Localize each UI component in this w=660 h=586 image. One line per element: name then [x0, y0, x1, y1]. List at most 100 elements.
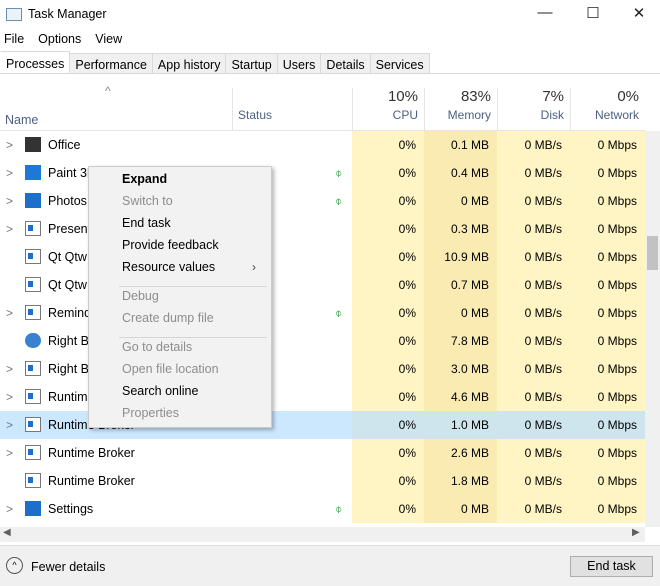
- memory-cell: 2.6 MB: [424, 439, 497, 467]
- column-network[interactable]: 0% Network: [570, 88, 645, 131]
- menu-item-go-to-details: Go to details: [122, 340, 193, 354]
- menu-item-expand[interactable]: Expand: [122, 172, 167, 186]
- tab-startup[interactable]: Startup: [226, 53, 278, 74]
- chevron-right-icon[interactable]: >: [6, 383, 13, 411]
- column-memory[interactable]: 83% Memory: [424, 88, 497, 131]
- menu-item-resource-values[interactable]: Resource values: [122, 260, 215, 274]
- horizontal-scrollbar[interactable]: ◀ ▶: [0, 527, 645, 542]
- disk-cell: 0 MB/s: [497, 495, 570, 523]
- memory-cell: 0.4 MB: [424, 159, 497, 187]
- network-cell: 0 Mbps: [570, 271, 645, 299]
- chevron-right-icon[interactable]: >: [6, 187, 13, 215]
- cpu-cell: 0%: [352, 131, 424, 159]
- process-name: Qt Qtw: [48, 278, 87, 292]
- task-manager-icon: [6, 8, 22, 21]
- menu-item-debug: Debug: [122, 289, 159, 303]
- menu-item-search-online[interactable]: Search online: [122, 384, 198, 398]
- vertical-scrollbar-thumb[interactable]: [647, 236, 658, 270]
- chevron-right-icon[interactable]: >: [6, 355, 13, 383]
- cpu-cell: 0%: [352, 271, 424, 299]
- cpu-cell: 0%: [352, 299, 424, 327]
- process-name: Qt Qtw: [48, 250, 87, 264]
- menu-options[interactable]: Options: [38, 32, 81, 46]
- fewer-details-link[interactable]: Fewer details: [31, 560, 105, 574]
- column-name[interactable]: Name: [5, 113, 38, 127]
- efficiency-leaf-icon: ⌽: [335, 194, 343, 208]
- disk-cell: 0 MB/s: [497, 411, 570, 439]
- column-cpu[interactable]: 10% CPU: [352, 88, 424, 131]
- cpu-cell: 0%: [352, 383, 424, 411]
- network-cell: 0 Mbps: [570, 383, 645, 411]
- window-title: Task Manager: [28, 7, 107, 21]
- menu-bar: File Options View: [4, 32, 122, 46]
- efficiency-leaf-icon: ⌽: [335, 166, 343, 180]
- cpu-cell: 0%: [352, 439, 424, 467]
- chevron-right-icon[interactable]: >: [6, 215, 13, 243]
- menu-item-end-task[interactable]: End task: [122, 216, 171, 230]
- minimize-button[interactable]: —: [530, 4, 560, 26]
- disk-cell: 0 MB/s: [497, 243, 570, 271]
- cpu-cell: 0%: [352, 243, 424, 271]
- memory-cell: 0 MB: [424, 187, 497, 215]
- network-cell: 0 Mbps: [570, 355, 645, 383]
- memory-cell: 1.8 MB: [424, 467, 497, 495]
- tab-users[interactable]: Users: [277, 53, 322, 74]
- table-row[interactable]: > Runtime Broker 0% 2.6 MB 0 MB/s 0 Mbps: [0, 439, 645, 467]
- chevron-up-icon[interactable]: ^: [6, 557, 23, 574]
- disk-cell: 0 MB/s: [497, 131, 570, 159]
- network-cell: 0 Mbps: [570, 159, 645, 187]
- tab-processes[interactable]: Processes: [0, 51, 71, 73]
- menu-item-provide-feedback[interactable]: Provide feedback: [122, 238, 219, 252]
- table-row[interactable]: Runtime Broker 0% 1.8 MB 0 MB/s 0 Mbps: [0, 467, 645, 495]
- network-cell: 0 Mbps: [570, 187, 645, 215]
- scroll-left-icon[interactable]: ◀: [3, 527, 11, 538]
- memory-cell: 0 MB: [424, 495, 497, 523]
- column-disk[interactable]: 7% Disk: [497, 88, 570, 131]
- close-button[interactable]: ✕: [624, 4, 654, 26]
- menu-item-open-file-location: Open file location: [122, 362, 219, 376]
- window-icon: [25, 445, 41, 460]
- cpu-cell: 0%: [352, 159, 424, 187]
- maximize-button[interactable]: ☐: [578, 4, 608, 26]
- disk-cell: 0 MB/s: [497, 439, 570, 467]
- cpu-cell: 0%: [352, 467, 424, 495]
- chevron-right-icon[interactable]: >: [6, 159, 13, 187]
- process-name: Office: [48, 138, 81, 152]
- efficiency-leaf-icon: ⌽: [335, 502, 343, 516]
- chevron-right-icon[interactable]: >: [6, 299, 13, 327]
- process-name: Runtim: [48, 390, 88, 404]
- tab-details[interactable]: Details: [321, 53, 371, 74]
- tab-app-history[interactable]: App history: [152, 53, 227, 74]
- network-cell: 0 Mbps: [570, 299, 645, 327]
- network-cell: 0 Mbps: [570, 467, 645, 495]
- context-menu: Expand Switch to End task Provide feedback R…: [88, 166, 272, 428]
- network-cell: 0 Mbps: [570, 243, 645, 271]
- memory-cell: 4.6 MB: [424, 383, 497, 411]
- disk-cell: 0 MB/s: [497, 187, 570, 215]
- disk-cell: 0 MB/s: [497, 327, 570, 355]
- column-status[interactable]: Status: [232, 88, 352, 131]
- memory-cell: 10.9 MB: [424, 243, 497, 271]
- vertical-scrollbar[interactable]: [645, 131, 660, 527]
- cloud-check-icon: [25, 333, 41, 348]
- memory-cell: 0.1 MB: [424, 131, 497, 159]
- table-row[interactable]: > Settings ⌽ 0% 0 MB 0 MB/s 0 Mbps: [0, 495, 645, 523]
- chevron-right-icon[interactable]: >: [6, 131, 13, 159]
- table-row[interactable]: > Office 0% 0.1 MB 0 MB/s 0 Mbps: [0, 131, 645, 159]
- memory-cell: 0.7 MB: [424, 271, 497, 299]
- window-icon: [25, 305, 41, 320]
- chevron-right-icon[interactable]: >: [6, 411, 13, 439]
- end-task-button[interactable]: End task: [570, 556, 653, 577]
- paint3d-icon: [25, 165, 41, 180]
- tab-performance[interactable]: Performance: [70, 53, 153, 74]
- sort-arrow-icon: ^: [105, 84, 111, 98]
- window-icon: [25, 249, 41, 264]
- disk-cell: 0 MB/s: [497, 271, 570, 299]
- scroll-right-icon[interactable]: ▶: [632, 527, 640, 538]
- chevron-right-icon[interactable]: >: [6, 439, 13, 467]
- menu-file[interactable]: File: [4, 32, 24, 46]
- window-icon: [25, 389, 41, 404]
- chevron-right-icon[interactable]: >: [6, 495, 13, 523]
- menu-view[interactable]: View: [95, 32, 122, 46]
- tab-services[interactable]: Services: [370, 53, 430, 74]
